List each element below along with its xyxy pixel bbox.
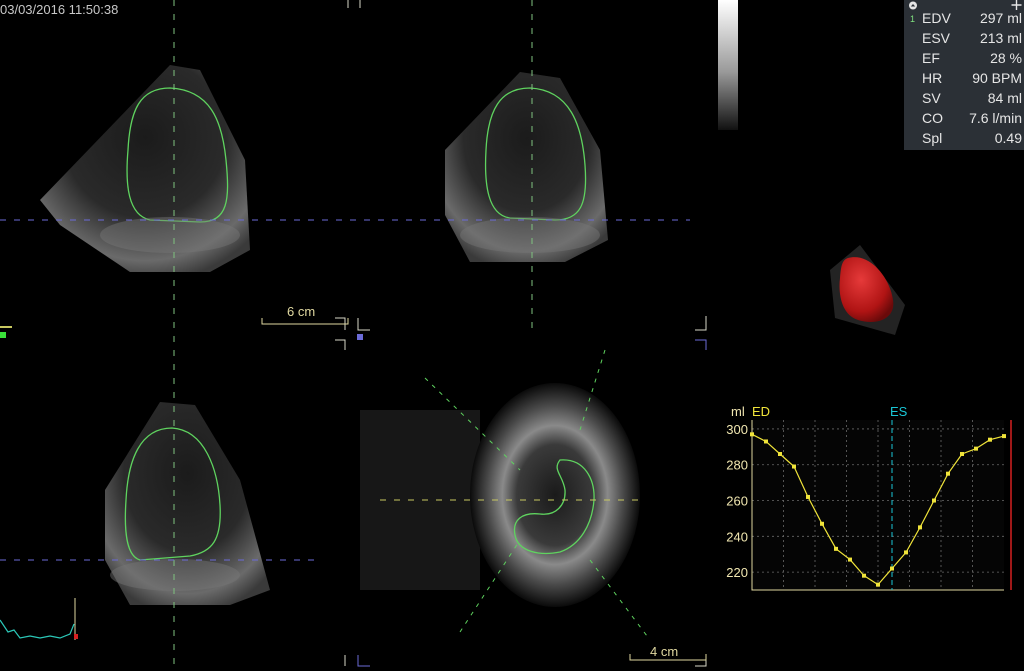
volume-data-point [834, 546, 838, 551]
y-tick-label: 220 [726, 565, 748, 580]
volume-data-point [792, 464, 796, 469]
volume-data-point [764, 439, 768, 444]
view-short-axis[interactable] [360, 349, 651, 641]
view-marker-blue [357, 334, 363, 340]
volume-data-point [946, 471, 950, 476]
ecg-trace [0, 598, 78, 640]
view-marker-green [0, 332, 6, 338]
y-tick-label: 260 [726, 494, 748, 509]
volume-data-point [988, 437, 992, 442]
volume-data-point [876, 582, 880, 587]
volume-data-point [778, 452, 782, 456]
volume-data-point [848, 557, 852, 562]
volume-data-point [960, 452, 964, 456]
y-axis-label: ml [731, 404, 745, 419]
volume-data-point [890, 566, 894, 571]
volume-data-point [904, 550, 908, 555]
scale-label-top: 6 cm [287, 304, 316, 319]
volume-data-point [974, 446, 978, 451]
volume-data-point [1002, 434, 1006, 439]
volume-data-point [932, 498, 936, 503]
volume-curve-chart: 220 240 260 280 300 ml ED ES [726, 404, 1012, 591]
y-tick-label: 300 [726, 422, 748, 437]
view-marker-yellow [0, 326, 12, 328]
y-tick-label: 280 [726, 458, 748, 473]
volume-data-point [918, 525, 922, 530]
marker-label-ed: ED [752, 404, 770, 419]
volume-data-point [820, 521, 824, 526]
view-apical-2[interactable] [445, 72, 608, 262]
marker-label-es: ES [890, 404, 908, 419]
y-tick-label: 240 [726, 529, 748, 544]
heart-3d-model[interactable] [830, 245, 905, 335]
volume-data-point [806, 494, 810, 499]
view-apical-1[interactable] [40, 65, 250, 272]
view-apical-3[interactable] [105, 402, 270, 605]
ultrasound-views: 220 240 260 280 300 ml ED ES [0, 0, 1012, 671]
volume-data-point [750, 432, 754, 437]
volume-data-point [862, 573, 866, 578]
scale-label-bottom: 4 cm [650, 644, 679, 659]
